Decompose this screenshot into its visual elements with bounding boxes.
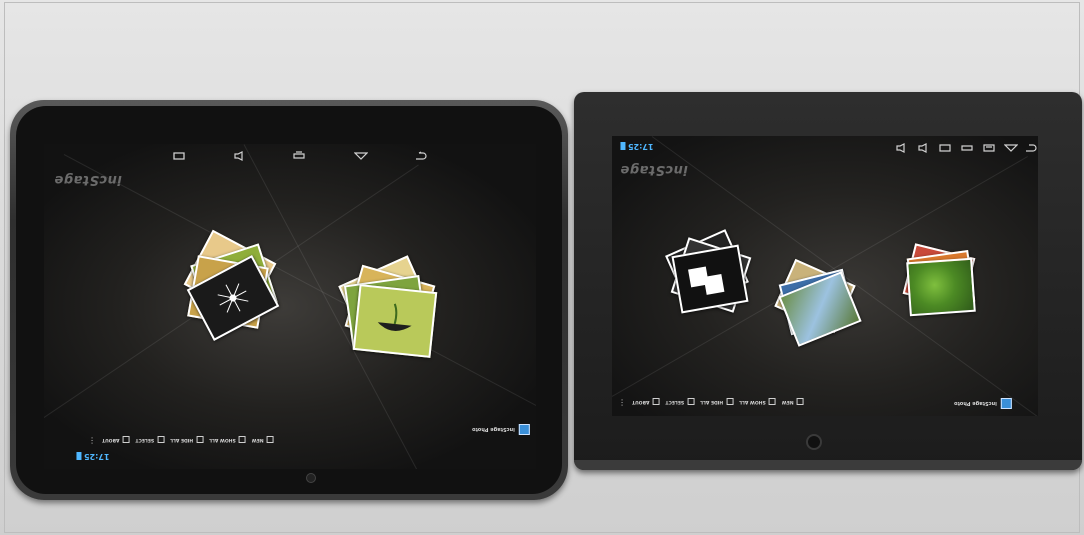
recent-apps-icon[interactable] xyxy=(172,151,186,161)
toolbar-new-button[interactable]: NEW xyxy=(252,436,274,444)
right-tablet-edge xyxy=(574,460,1082,470)
photo-stack-monochrome[interactable] xyxy=(665,229,762,318)
photo-stack-dandelion[interactable] xyxy=(183,229,282,341)
status-bar: 17:25 xyxy=(76,452,109,461)
left-tablet-home-button[interactable] xyxy=(306,473,316,483)
stack-photo-top xyxy=(352,284,438,358)
home-icon[interactable] xyxy=(1004,143,1018,153)
photo-stack-sprout[interactable] xyxy=(338,255,442,362)
app-badge[interactable]: incStage Photo xyxy=(472,424,530,435)
home-icon[interactable] xyxy=(354,151,368,161)
volume-icon[interactable] xyxy=(232,151,246,161)
overflow-menu-icon[interactable]: ⋮ xyxy=(88,436,96,445)
recent-apps-icon[interactable] xyxy=(960,143,974,153)
app-watermark: incStage xyxy=(620,162,688,177)
right-tablet: 17:25 incStage NEW SHOW ALL HIDE ALL SEL… xyxy=(574,92,1082,470)
left-tablet-screen: incStage NEW SHOW ALL HIDE ALL SELECT AB… xyxy=(44,144,536,469)
status-clock: 17:25 xyxy=(84,452,110,461)
overflow-menu-icon[interactable]: ⋮ xyxy=(618,398,626,407)
battery-icon xyxy=(76,452,81,461)
stack-photo-top xyxy=(906,257,976,317)
back-icon[interactable] xyxy=(1024,143,1038,153)
photo-stack-tree[interactable] xyxy=(900,243,986,320)
toolbar-hide-all-button[interactable]: HIDE ALL xyxy=(700,398,734,406)
toolbar-new-button[interactable]: NEW xyxy=(782,398,804,406)
menu-icon[interactable] xyxy=(982,143,996,153)
status-clock: 17:25 xyxy=(628,142,654,151)
photo-stack-waterfall[interactable] xyxy=(774,258,866,347)
recent-apps-icon-2[interactable] xyxy=(292,151,306,161)
left-tablet: incStage NEW SHOW ALL HIDE ALL SELECT AB… xyxy=(10,100,568,500)
screenshot-icon[interactable] xyxy=(938,143,952,153)
bottom-toolbar: NEW SHOW ALL HIDE ALL SELECT ABOUT ⋮ xyxy=(618,398,804,407)
stack-photo-top xyxy=(671,244,749,314)
app-logo-icon xyxy=(518,424,530,435)
status-bar: 17:25 xyxy=(620,142,653,151)
app-badge[interactable]: incStage Photo xyxy=(954,398,1012,409)
toolbar-about-button[interactable]: ABOUT xyxy=(102,436,130,444)
volume-down-icon[interactable] xyxy=(916,143,930,153)
toolbar-hide-all-button[interactable]: HIDE ALL xyxy=(170,436,204,444)
app-watermark: incStage xyxy=(54,172,122,187)
toolbar-select-button[interactable]: SELECT xyxy=(135,436,165,444)
toolbar-select-button[interactable]: SELECT xyxy=(665,398,695,406)
battery-icon xyxy=(620,142,625,151)
toolbar-show-all-button[interactable]: SHOW ALL xyxy=(209,436,246,444)
back-icon[interactable] xyxy=(414,151,428,161)
right-tablet-screen: 17:25 incStage NEW SHOW ALL HIDE ALL SEL… xyxy=(612,136,1038,416)
bottom-toolbar: NEW SHOW ALL HIDE ALL SELECT ABOUT ⋮ xyxy=(88,436,274,445)
app-logo-icon xyxy=(1000,398,1012,409)
toolbar-show-all-button[interactable]: SHOW ALL xyxy=(739,398,776,406)
toolbar-about-button[interactable]: ABOUT xyxy=(632,398,660,406)
volume-icon[interactable] xyxy=(894,143,908,153)
right-tablet-home-button[interactable] xyxy=(806,434,822,450)
